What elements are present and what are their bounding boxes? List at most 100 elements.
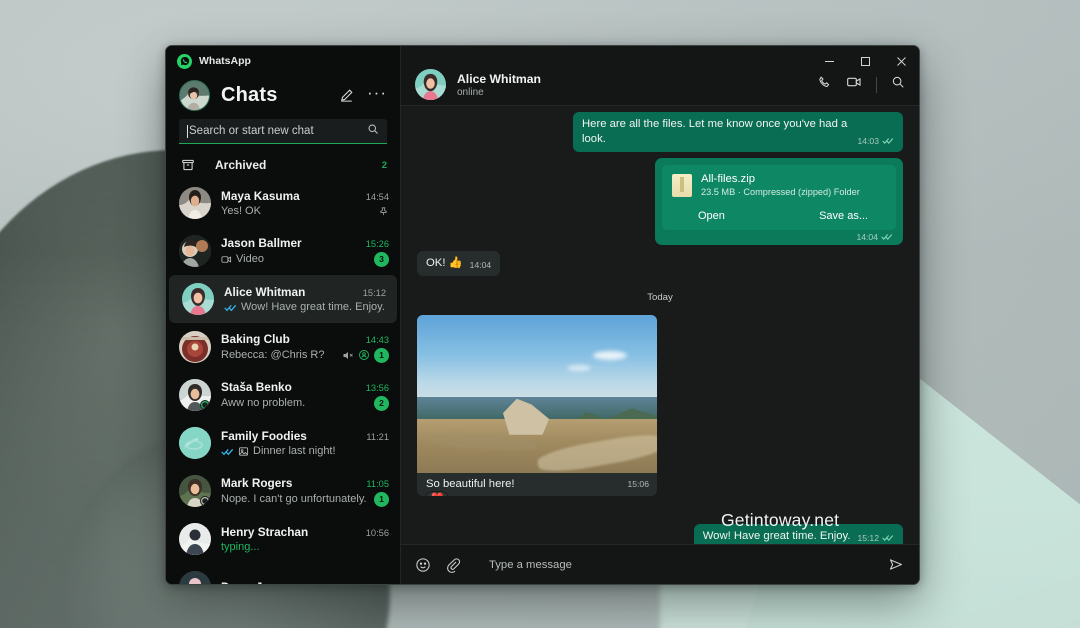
read-receipt-icon: [882, 533, 894, 542]
status-badge: online: [457, 86, 484, 98]
message-row: Here are all the files. Let me know once…: [417, 112, 903, 152]
list-item-content: Maya Kasuma 14:54 Yes! OK: [221, 189, 389, 217]
zip-file-icon: [672, 173, 692, 197]
group-badge-icon: [358, 349, 370, 361]
avatar: [179, 475, 211, 507]
message-text: So beautiful here!: [426, 477, 515, 490]
phone-icon[interactable]: [817, 75, 832, 95]
photo-cloud-2: [567, 364, 591, 371]
contact-name: Baking Club: [221, 331, 290, 346]
list-item-content: Dawn Jones 8:32: [221, 580, 389, 584]
video-camera-icon[interactable]: [846, 74, 862, 95]
more-options-icon[interactable]: ···: [367, 84, 387, 106]
pin-icon: [378, 206, 389, 217]
chat-list[interactable]: Archived 2 Maya Kasuma 14:54 Yes! OK Jas…: [166, 151, 400, 584]
contact-name: Jason Ballmer: [221, 235, 302, 250]
search-input[interactable]: Search or start new chat: [179, 119, 387, 144]
list-item[interactable]: Dawn Jones 8:32: [166, 563, 400, 584]
message-bubble-incoming[interactable]: OK! 👍 14:04: [417, 250, 501, 276]
text-cursor: [187, 124, 188, 138]
sidebar: WhatsApp Chats ··· Search or start new c…: [166, 46, 401, 584]
photo-caption-row: So beautiful here! 15:06: [417, 473, 657, 496]
message-photo[interactable]: [417, 314, 657, 473]
image-message-bubble[interactable]: So beautiful here! 15:06 ❤️: [417, 314, 657, 496]
chat-pane: Alice Whitman online Getintoway.net Here…: [401, 46, 919, 584]
chat-actions: [817, 74, 905, 95]
whatsapp-window: WhatsApp Chats ··· Search or start new c…: [165, 45, 920, 585]
read-receipt-icon: [221, 446, 234, 457]
new-chat-icon[interactable]: [336, 86, 356, 106]
contact-name: Henry Strachan: [221, 525, 309, 539]
timestamp: 11:21: [366, 432, 389, 442]
message-meta: 14:03: [857, 136, 894, 147]
last-message: Rebecca: @Chris R?: [221, 349, 325, 361]
message-row: So beautiful here! 15:06 ❤️: [417, 314, 903, 496]
maximize-button[interactable]: [847, 46, 883, 76]
typing-indicator: typing...: [221, 541, 260, 553]
avatar: [179, 187, 211, 219]
list-item-active[interactable]: Alice Whitman 15:12 Wow! Have great time…: [169, 275, 397, 323]
list-item-content: Staša Benko 13:56 Aww no problem. 2: [221, 380, 389, 411]
message-input[interactable]: Type a message: [475, 559, 874, 571]
last-message: Wow! Have great time. Enjoy.: [241, 301, 385, 313]
message-list[interactable]: Getintoway.net Here are all the files. L…: [401, 106, 919, 544]
timestamp: 14:03: [857, 135, 879, 146]
whatsapp-logo-icon: [177, 53, 192, 69]
message-text: Here are all the files. Let me know once…: [582, 118, 848, 145]
search-icon[interactable]: [367, 122, 379, 140]
search-icon[interactable]: [891, 75, 905, 94]
timestamp: 15:12: [362, 288, 386, 298]
list-item-content: Mark Rogers 11:05 Nope. I can't go unfor…: [221, 476, 389, 507]
list-item[interactable]: Maya Kasuma 14:54 Yes! OK: [166, 179, 400, 227]
list-item-content: Family Foodies 11:21 Dinner last night!: [221, 429, 389, 457]
file-card: All-files.zip 23.5 MB · Compressed (zipp…: [662, 164, 896, 230]
site-watermark: Getintoway.net: [721, 510, 840, 530]
timestamp: 11:05: [366, 478, 389, 489]
sidebar-item-archived[interactable]: Archived 2: [166, 151, 400, 179]
row-meta: [378, 206, 389, 217]
list-item[interactable]: Jason Ballmer 15:26 Video 3: [166, 227, 400, 275]
list-item[interactable]: Family Foodies 11:21 Dinner last night!: [166, 419, 400, 467]
user-avatar[interactable]: [179, 80, 210, 111]
list-item-content: Henry Strachan 10:56 typing...: [221, 525, 389, 553]
contact-name: Mark Rogers: [221, 475, 293, 490]
list-item-content: Baking Club 14:43 Rebecca: @Chris R? 1: [221, 332, 389, 363]
timestamp: 15:06: [627, 478, 649, 489]
message-bubble-outgoing[interactable]: Here are all the files. Let me know once…: [573, 112, 903, 152]
contact-name: Dawn Jones: [221, 580, 365, 584]
timestamp: 14:43: [365, 334, 389, 345]
timestamp: 13:56: [365, 382, 389, 393]
list-item[interactable]: Staša Benko 13:56 Aww no problem. 2: [166, 371, 400, 419]
app-brand: WhatsApp: [166, 46, 400, 76]
last-message: Dinner last night!: [253, 445, 336, 457]
message-meta: 15:12: [857, 533, 894, 544]
open-file-button[interactable]: Open: [698, 210, 725, 222]
avatar: [179, 379, 211, 411]
save-as-button[interactable]: Save as...: [819, 210, 868, 222]
list-item[interactable]: Mark Rogers 11:05 Nope. I can't go unfor…: [166, 467, 400, 515]
avatar: [179, 523, 211, 555]
contact-name: Alice Whitman: [224, 285, 306, 299]
contact-avatar[interactable]: [415, 69, 446, 100]
row-meta: 2: [374, 395, 389, 411]
photo-sky: [417, 314, 657, 404]
last-message: Aww no problem.: [221, 397, 306, 409]
last-message: Nope. I can't go unfortunately.: [221, 493, 367, 505]
emoji-icon[interactable]: [415, 557, 431, 573]
last-message: Video: [236, 253, 264, 265]
list-item[interactable]: Henry Strachan 10:56 typing...: [166, 515, 400, 563]
mute-icon: [342, 350, 354, 361]
minimize-button[interactable]: [811, 46, 847, 76]
send-icon[interactable]: [888, 556, 905, 573]
paperclip-icon[interactable]: [445, 557, 461, 573]
contact-name: Alice Whitman: [457, 71, 541, 86]
list-item-content: Alice Whitman 15:12 Wow! Have great time…: [224, 285, 386, 313]
list-item[interactable]: Baking Club 14:43 Rebecca: @Chris R? 1: [166, 323, 400, 371]
file-name: All-files.zip: [701, 172, 755, 185]
close-button[interactable]: [883, 46, 919, 76]
timestamp: 15:12: [857, 532, 879, 543]
message-text: OK! 👍: [426, 256, 463, 269]
window-controls: [811, 46, 919, 76]
file-text: All-files.zip 23.5 MB · Compressed (zipp…: [701, 173, 860, 197]
file-message-bubble[interactable]: All-files.zip 23.5 MB · Compressed (zipp…: [655, 157, 903, 245]
